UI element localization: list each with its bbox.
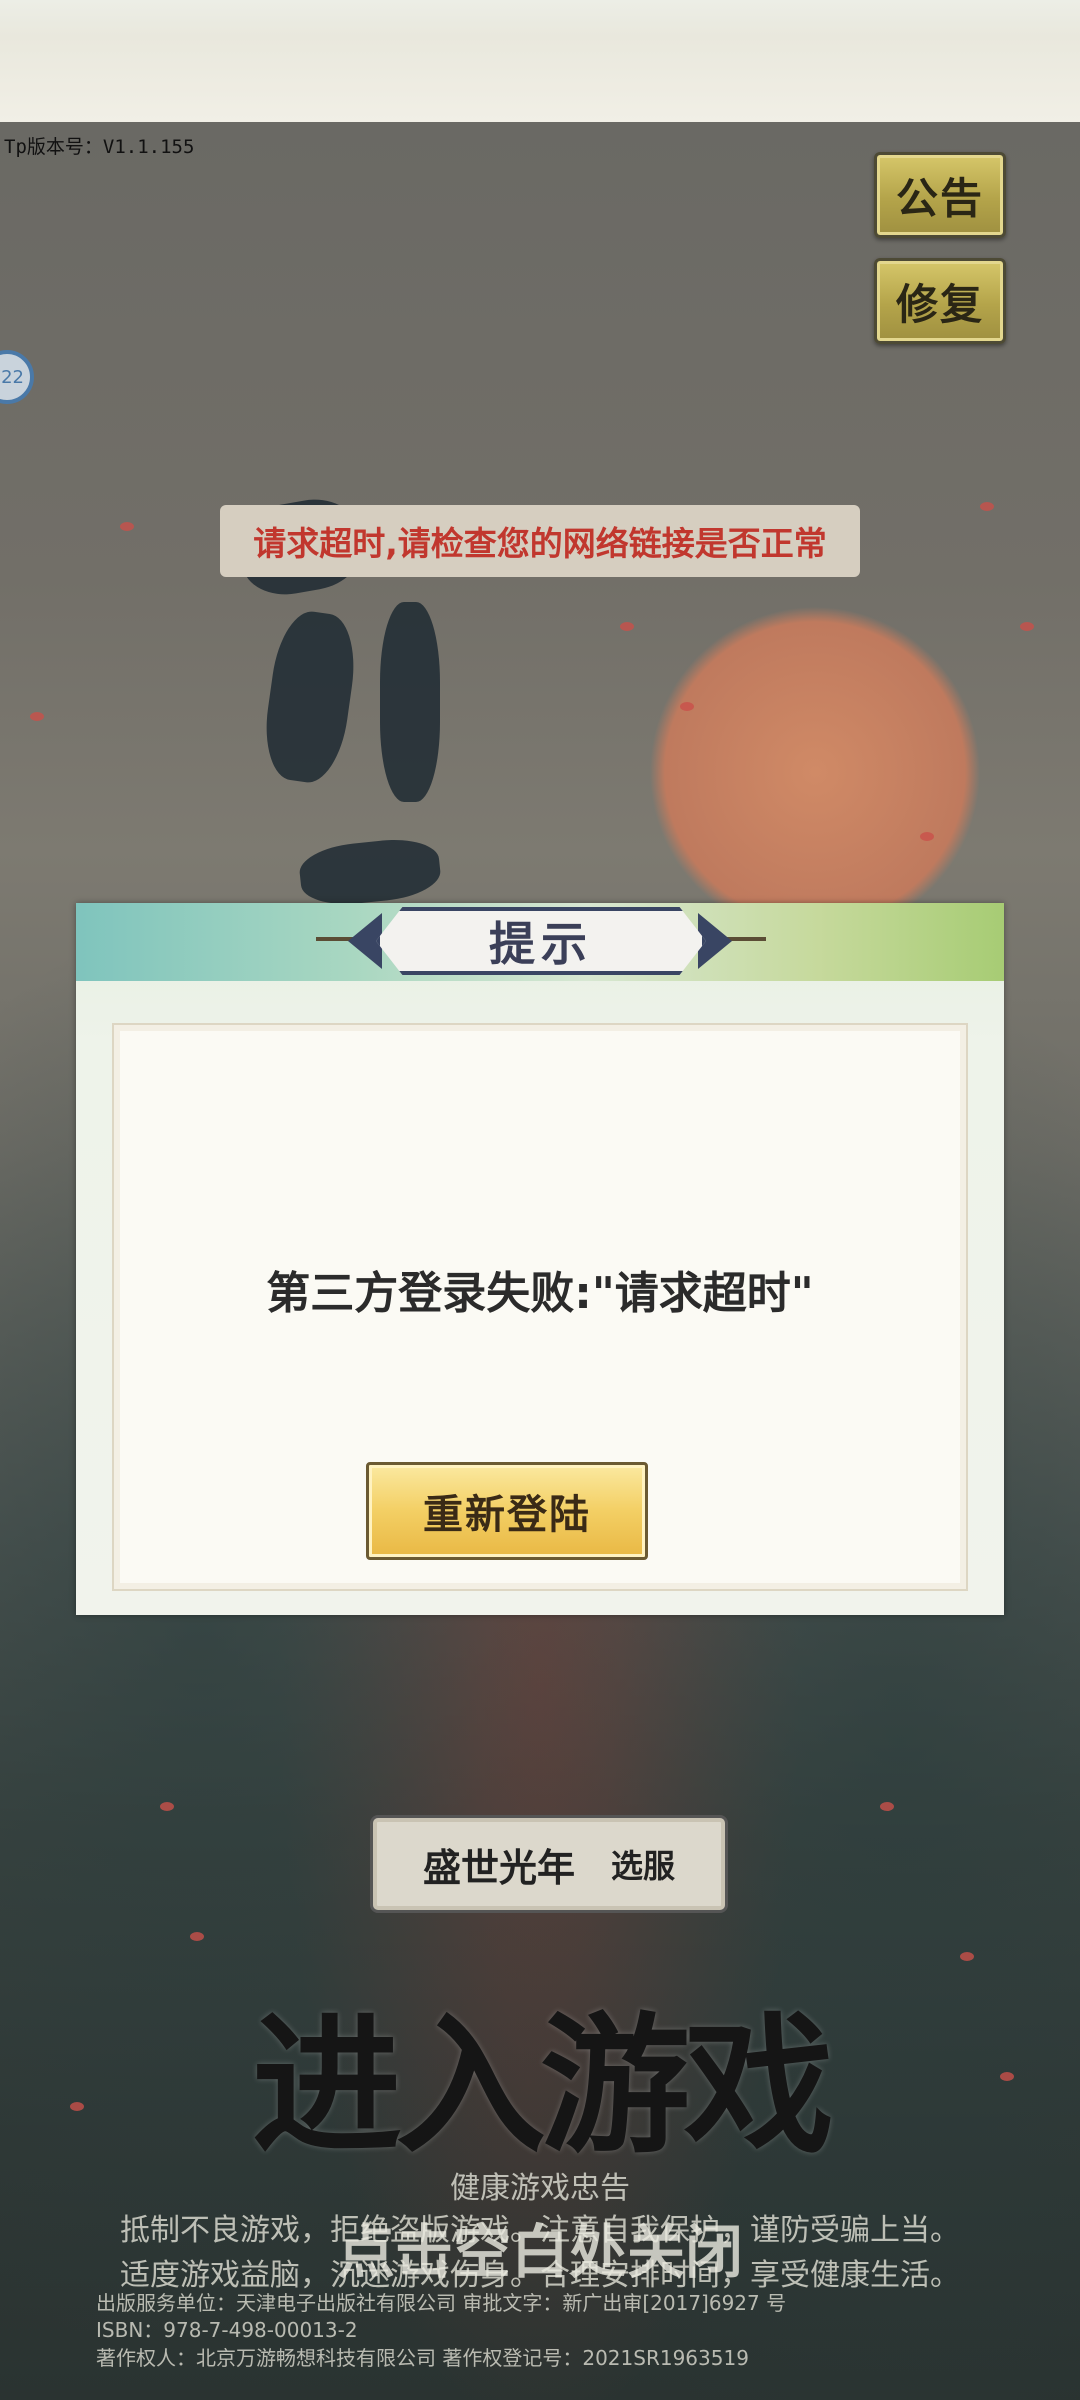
server-selector[interactable]: 盛世光年 选服: [370, 1815, 728, 1913]
health-advisory-title: 健康游戏忠告: [450, 2171, 630, 2206]
select-server-label: 选服: [611, 1847, 676, 1885]
calligraphy-stroke: [380, 602, 440, 802]
repair-button[interactable]: 修复: [874, 258, 1006, 344]
petal: [620, 622, 634, 631]
status-bar: [0, 0, 1080, 122]
tap-to-close-hint: 点击空白处关闭: [336, 2218, 743, 2286]
avatar-badge-text: 22: [1, 366, 24, 388]
calligraphy-stroke: [258, 607, 362, 787]
petal: [880, 1802, 894, 1811]
calligraphy-stroke: [297, 834, 443, 910]
petal: [70, 2102, 84, 2111]
petal: [960, 1952, 974, 1961]
version-label: Tp版本号：V1.1.155: [4, 136, 195, 158]
enter-game-button[interactable]: 进入游戏: [230, 1965, 850, 2182]
dialog-title: 提示: [376, 907, 706, 975]
network-error-toast: 请求超时,请检查您的网络链接是否正常: [220, 505, 860, 577]
petal: [680, 702, 694, 711]
petal: [1000, 2072, 1014, 2081]
petal: [920, 832, 934, 841]
petal: [160, 1802, 174, 1811]
legal-line-1: 出版服务单位：天津电子出版社有限公司 审批文字：新广出审[2017]6927 号: [96, 2291, 787, 2315]
server-name: 盛世光年: [422, 1845, 575, 1890]
legal-line-3: 著作权人：北京万游畅想科技有限公司 著作权登记号：2021SR1963519: [96, 2346, 749, 2370]
relogin-button[interactable]: 重新登陆: [366, 1462, 648, 1560]
notice-button[interactable]: 公告: [874, 152, 1006, 238]
legal-line-2: ISBN：978-7-498-00013-2: [96, 2318, 358, 2342]
petal: [1020, 622, 1034, 631]
petal: [190, 1932, 204, 1941]
petal: [30, 712, 44, 721]
petal: [120, 522, 134, 531]
petal: [980, 502, 994, 511]
dialog-message: 第三方登录失败:"请求超时": [266, 1268, 814, 1319]
